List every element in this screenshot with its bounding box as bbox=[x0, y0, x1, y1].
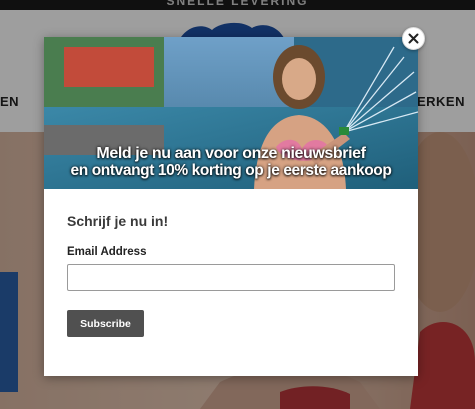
popup-heading: Schrijf je nu in! bbox=[67, 213, 169, 229]
popup-banner-image: Meld je nu aan voor onze nieuwsbrief en … bbox=[44, 37, 418, 189]
banner-headline: Meld je nu aan voor onze nieuwsbrief bbox=[96, 145, 366, 162]
close-button[interactable] bbox=[402, 27, 425, 50]
email-field[interactable] bbox=[67, 264, 395, 291]
email-label: Email Address bbox=[67, 246, 147, 258]
close-icon bbox=[408, 33, 419, 44]
newsletter-popup: Meld je nu aan voor onze nieuwsbrief en … bbox=[44, 37, 418, 376]
banner-subheadline: en ontvangt 10% korting op je eerste aan… bbox=[70, 162, 392, 179]
subscribe-button[interactable]: Subscribe bbox=[67, 310, 144, 337]
